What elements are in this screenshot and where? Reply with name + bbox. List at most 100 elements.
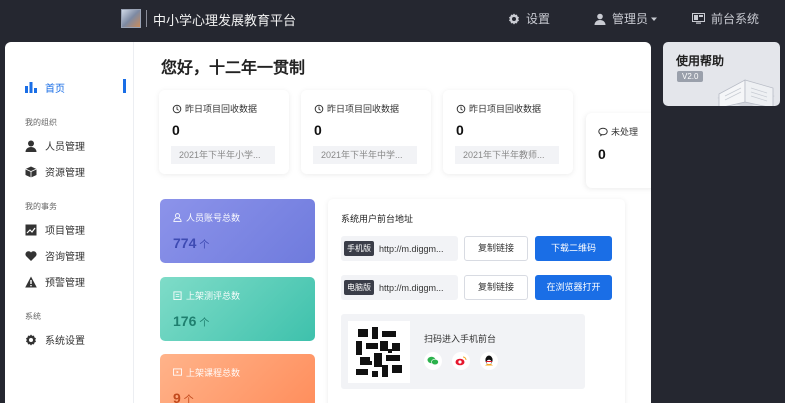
pc-url-field[interactable]: 电脑版 http://m.diggm... [341,275,458,300]
copy-mobile-link-button[interactable]: 复制链接 [464,236,528,261]
brand-divider [146,10,147,27]
home-chart-icon [25,82,37,93]
tile-value: 774 个 [173,235,209,251]
refresh-icon [172,104,182,113]
stat-card-pending[interactable]: 未处理 0 [586,113,651,188]
stat-card-teacher[interactable]: 昨日项目回收数据 0 2021年下半年教师... [443,90,573,174]
panel-title: 系统用户前台地址 [341,214,414,224]
caret-down-icon [651,17,658,21]
sidebar-item-label: 系统设置 [45,336,85,347]
refresh-icon [456,104,466,113]
sidebar-item-system-settings[interactable]: 系统设置 [25,332,85,347]
qr-section: 扫码进入手机前台 [341,314,585,389]
sidebar-group-work: 我的事务 [25,202,57,211]
refresh-icon [314,104,324,113]
front-system-label: 前台系统 [711,12,760,26]
clipboard-icon [173,291,182,300]
stat-label-text: 未处理 [611,127,639,137]
sidebar-item-people[interactable]: 人员管理 [25,138,85,153]
tile-value: 176 个 [173,313,209,329]
heart-tag-icon [25,250,37,261]
stat-project-select[interactable]: 2021年下半年小学... [171,146,275,164]
stat-card-primary[interactable]: 昨日项目回收数据 0 2021年下半年小学... [159,90,289,174]
stat-label: 昨日项目回收数据 [456,102,541,115]
pc-url: http://m.diggm... [379,282,444,293]
mobile-url: http://m.diggm... [379,243,444,254]
mobile-tag: 手机版 [344,241,374,256]
tile-unit: 个 [183,395,194,403]
front-system-nav[interactable]: 前台系统 [692,10,759,27]
sidebar-item-resources[interactable]: 资源管理 [25,164,85,179]
stat-label-text: 昨日项目回收数据 [185,104,258,114]
stat-value: 0 [456,122,464,138]
stat-label: 未处理 [598,125,638,138]
pc-tag: 电脑版 [344,280,374,295]
admin-label: 管理员 [612,12,649,26]
mobile-url-field[interactable]: 手机版 http://m.diggm... [341,236,458,261]
sidebar-item-label: 人员管理 [45,142,85,153]
warning-icon [25,276,37,287]
trend-icon [25,224,37,235]
tile-label: 人员账号总数 [173,211,240,224]
tile-label-text: 上架课程总数 [186,368,241,378]
sidebar: 首页 我的组织 人员管理 资源管理 我的事务 项目管理 咨询管理 预警管理 系统… [5,42,134,403]
qq-glyph [485,355,493,366]
tile-label: 上架课程总数 [173,366,240,379]
stat-project-select[interactable]: 2021年下半年教师... [455,146,559,164]
qq-icon[interactable] [480,352,498,370]
copy-pc-link-button[interactable]: 复制链接 [464,275,528,300]
sidebar-item-label: 资源管理 [45,168,85,179]
stat-label-text: 昨日项目回收数据 [469,104,542,114]
stat-value: 0 [598,146,606,162]
person-icon [25,140,37,152]
stat-card-middle[interactable]: 昨日项目回收数据 0 2021年下半年中学... [301,90,431,174]
user-icon [594,13,606,25]
app-title: 中小学心理发展教育平台 [153,13,297,28]
weibo-glyph [455,356,467,366]
play-screen-icon [173,368,182,376]
stat-label: 昨日项目回收数据 [314,102,399,115]
sidebar-item-consult[interactable]: 咨询管理 [25,248,85,263]
evaluations-total-card[interactable]: 上架测评总数 176 个 [160,277,315,341]
sidebar-item-projects[interactable]: 项目管理 [25,222,85,237]
users-total-card[interactable]: 人员账号总数 774 个 [160,199,315,263]
courses-total-card[interactable]: 上架课程总数 9个 [160,354,315,403]
sidebar-item-home[interactable]: 首页 [25,80,65,95]
top-bar: 中小学心理发展教育平台 设置 管理员 前台系统 [0,0,785,37]
qr-code [348,321,410,383]
help-card[interactable]: 使用帮助 V2.0 [663,42,780,106]
weibo-icon[interactable] [452,352,470,370]
sidebar-group-system: 系统 [25,312,41,321]
version-badge: V2.0 [677,71,704,82]
stat-label: 昨日项目回收数据 [172,102,257,115]
admin-menu[interactable]: 管理员 [594,10,658,27]
tile-label: 上架测评总数 [173,289,240,302]
qr-code-graphic [356,327,402,377]
download-qr-button[interactable]: 下载二维码 [535,236,612,261]
settings-nav[interactable]: 设置 [508,10,550,27]
tile-number: 9 [173,390,181,403]
chat-icon [598,127,608,136]
monitor-icon [692,13,705,24]
book-icon [717,79,775,106]
wechat-icon[interactable] [424,352,442,370]
person-outline-icon [173,213,182,222]
wechat-glyph [427,356,439,366]
page-title: 您好，十二年一贯制 [161,60,306,77]
open-in-browser-button[interactable]: 在浏览器打开 [535,275,612,300]
sidebar-item-alerts[interactable]: 预警管理 [25,274,85,289]
stat-project-select[interactable]: 2021年下半年中学... [313,146,417,164]
active-indicator [123,79,126,93]
qr-instruction: 扫码进入手机前台 [424,334,497,344]
sidebar-group-org: 我的组织 [25,118,57,127]
cube-icon [25,166,37,177]
sidebar-item-label: 咨询管理 [45,252,85,263]
sidebar-item-label: 项目管理 [45,226,85,237]
brand-logo [121,9,141,28]
tile-unit: 个 [199,240,210,251]
tile-label-text: 上架测评总数 [186,291,241,301]
stat-value: 0 [314,122,322,138]
main-panel: 首页 我的组织 人员管理 资源管理 我的事务 项目管理 咨询管理 预警管理 系统… [5,42,651,403]
settings-label: 设置 [526,12,551,26]
stat-value: 0 [172,122,180,138]
